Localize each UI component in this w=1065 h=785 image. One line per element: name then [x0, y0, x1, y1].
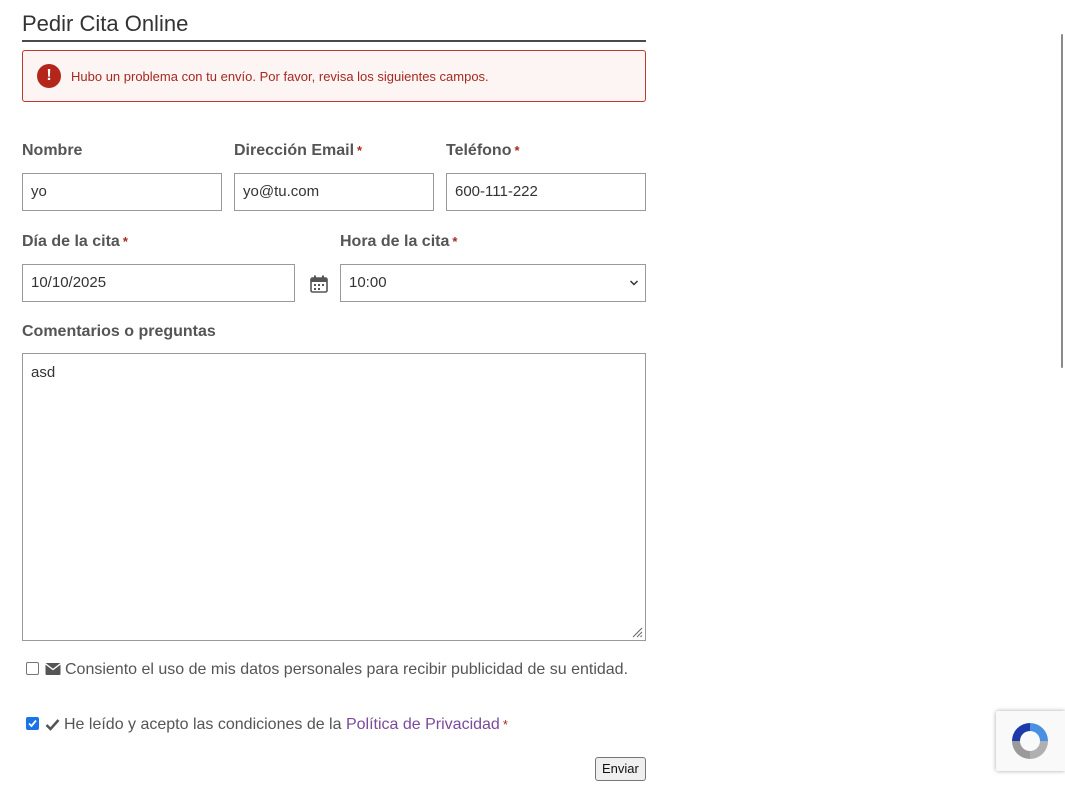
marketing-consent-checkbox[interactable]: [26, 662, 39, 675]
phone-input[interactable]: 600-111-222: [446, 173, 646, 211]
email-input[interactable]: yo@tu.com: [234, 173, 434, 211]
checkbox-check-icon: [28, 719, 37, 728]
privacy-consent-text: He leído y acepto las condiciones de la: [64, 716, 346, 733]
recaptcha-badge[interactable]: [996, 711, 1065, 771]
page-title: Pedir Cita Online: [22, 0, 646, 42]
required-mark: *: [452, 234, 458, 249]
recaptcha-logo-icon: [1012, 723, 1048, 759]
phone-field-group: Teléfono *: [446, 141, 646, 161]
time-select[interactable]: 10:00: [340, 264, 646, 302]
date-field-group: Día de la cita *: [22, 232, 128, 252]
resize-handle-icon[interactable]: [631, 626, 643, 638]
chevron-down-icon: [629, 280, 639, 286]
time-field-group: Hora de la cita *: [340, 232, 457, 252]
required-mark: *: [122, 234, 128, 249]
submit-button[interactable]: Enviar: [595, 757, 646, 781]
comments-textarea[interactable]: asd: [22, 353, 646, 641]
time-select-value: 10:00: [349, 274, 387, 291]
comments-field-group: Comentarios o preguntas asd: [22, 322, 646, 641]
marketing-consent: Consiento el uso de mis datos personales…: [22, 660, 646, 680]
name-field-group: Nombre: [22, 141, 222, 161]
contact-row: Nombre yo Dirección Email * yo@tu.com Tel…: [22, 141, 646, 213]
page: Pedir Cita Online ! Hubo un problema con…: [0, 0, 1065, 785]
privacy-consent-checkbox[interactable]: [26, 717, 39, 730]
appointment-row: Día de la cita * 10/10/2025 Hora de la ci…: [22, 232, 646, 304]
privacy-consent: He leído y acepto las condiciones de la …: [22, 715, 646, 735]
email-label: Dirección Email *: [234, 142, 363, 159]
time-label: Hora de la cita *: [340, 233, 458, 250]
email-field-group: Dirección Email *: [234, 141, 434, 161]
appointment-form: Pedir Cita Online ! Hubo un problema con…: [22, 0, 646, 781]
scrollbar[interactable]: [1061, 34, 1063, 368]
name-label: Nombre: [22, 142, 83, 159]
privacy-policy-link[interactable]: Política de Privacidad: [346, 716, 500, 733]
calendar-icon[interactable]: [310, 275, 328, 293]
name-input[interactable]: yo: [22, 173, 222, 211]
required-mark: *: [357, 143, 363, 158]
marketing-consent-text: Consiento el uso de mis datos personales…: [65, 661, 629, 678]
check-icon: [45, 719, 60, 731]
error-alert: ! Hubo un problema con tu envío. Por fav…: [22, 50, 646, 102]
envelope-icon: [45, 663, 61, 675]
required-mark: *: [514, 143, 520, 158]
required-mark: *: [502, 717, 508, 732]
date-input[interactable]: 10/10/2025: [22, 264, 295, 302]
exclamation-circle-icon: !: [37, 64, 61, 88]
comments-label: Comentarios o preguntas: [22, 323, 216, 340]
phone-label: Teléfono *: [446, 142, 520, 159]
comments-value: asd: [31, 364, 56, 381]
error-message: Hubo un problema con tu envío. Por favor…: [71, 68, 489, 84]
date-label: Día de la cita *: [22, 233, 128, 250]
